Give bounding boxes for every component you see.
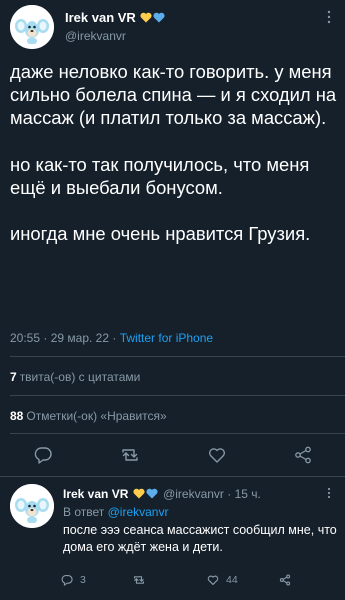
retweet-icon[interactable] <box>119 444 141 466</box>
tweet-page: Irek van VR @irekvanvr даже неловко как-… <box>0 0 345 600</box>
like-icon[interactable] <box>206 573 220 587</box>
cheburashka-avatar-icon <box>10 5 54 49</box>
display-name[interactable]: Irek van VR <box>65 10 136 25</box>
reply-avatar[interactable] <box>10 484 54 528</box>
quotes-stat[interactable]: 7 твита(-ов) с цитатами <box>10 370 140 384</box>
tweet-header: Irek van VR @irekvanvr <box>0 0 345 58</box>
replying-to: В ответ @irekvanvr <box>63 505 168 519</box>
reply-retweet-action[interactable] <box>132 573 152 589</box>
tweet-meta: 20:55 · 29 мар. 22 · Twitter for iPhone <box>10 331 213 345</box>
replying-prefix: В ответ <box>63 505 105 519</box>
tweet-source[interactable]: Twitter for iPhone <box>120 331 213 345</box>
avatar[interactable] <box>10 5 54 49</box>
quotes-label: твита(-ов) с цитатами <box>19 370 141 384</box>
divider <box>10 433 345 434</box>
likes-stat[interactable]: 88 Отметки(-ок) «Нравится» <box>10 409 167 423</box>
tweet-date[interactable]: 29 мар. 22 <box>51 331 109 345</box>
blue-heart-icon <box>153 12 166 23</box>
like-count: 44 <box>226 574 238 586</box>
divider <box>10 395 345 396</box>
reply-handle-time[interactable]: @irekvanvr · 15 ч. <box>163 487 261 501</box>
replying-to-link[interactable]: @irekvanvr <box>108 505 169 519</box>
like-icon[interactable] <box>206 444 228 466</box>
meta-separator: · <box>43 331 48 345</box>
meta-separator: · <box>112 331 117 345</box>
display-name-row[interactable]: Irek van VR <box>65 10 166 25</box>
reply-name-row[interactable]: Irek van VR @irekvanvr · 15 ч. <box>63 487 261 501</box>
tweet-text: даже неловко как-то говорить. у меня сил… <box>10 61 337 245</box>
reply-tweet[interactable]: Irek van VR @irekvanvr · 15 ч. В ответ @… <box>0 476 345 600</box>
reply-icon[interactable] <box>32 444 54 466</box>
share-icon[interactable] <box>278 573 292 587</box>
tweet-actions <box>0 444 345 470</box>
reply-count: 3 <box>80 574 86 586</box>
blue-heart-icon <box>146 488 158 499</box>
yellow-heart-icon <box>133 488 145 499</box>
cheburashka-avatar-icon <box>10 484 54 528</box>
reply-icon[interactable] <box>60 573 74 587</box>
likes-label: Отметки(-ок) «Нравится» <box>26 409 167 423</box>
reply-display-name[interactable]: Irek van VR <box>63 487 128 501</box>
reply-text: после эээ сеанса массажист сообщил мне, … <box>63 523 337 554</box>
reply-reply-action[interactable]: 3 <box>60 573 86 589</box>
divider <box>10 356 345 357</box>
handle[interactable]: @irekvanvr <box>65 29 126 43</box>
reply-like-action[interactable]: 44 <box>206 573 238 589</box>
likes-count: 88 <box>10 409 24 423</box>
yellow-heart-icon <box>140 12 153 23</box>
quotes-count: 7 <box>10 370 17 384</box>
more-options-icon[interactable] <box>326 487 332 499</box>
reply-share-action[interactable] <box>278 573 292 589</box>
retweet-icon[interactable] <box>132 573 146 587</box>
share-icon[interactable] <box>292 444 314 466</box>
more-options-icon[interactable] <box>326 10 332 24</box>
tweet-time[interactable]: 20:55 <box>10 331 40 345</box>
reply-actions: 3 44 <box>60 573 340 591</box>
